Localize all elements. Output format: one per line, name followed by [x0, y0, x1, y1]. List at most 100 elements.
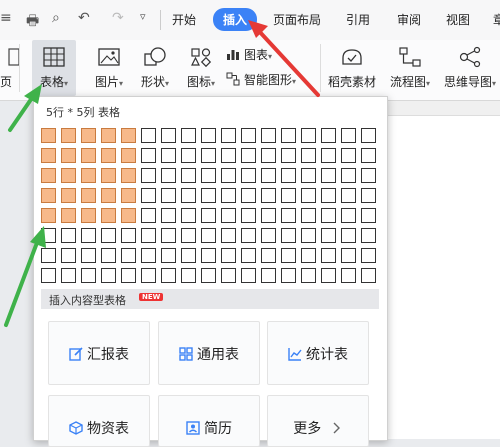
grid-cell[interactable] [81, 128, 96, 143]
grid-cell[interactable] [301, 228, 316, 243]
grid-cell[interactable] [121, 128, 136, 143]
grid-cell[interactable] [341, 128, 356, 143]
grid-cell[interactable] [261, 268, 276, 283]
tab-insert[interactable]: 插入 [213, 8, 258, 31]
grid-cell[interactable] [321, 148, 336, 163]
grid-cell[interactable] [61, 228, 76, 243]
grid-cell[interactable] [121, 188, 136, 203]
grid-cell[interactable] [161, 268, 176, 283]
grid-cell[interactable] [361, 188, 376, 203]
grid-cell[interactable] [221, 228, 236, 243]
grid-cell[interactable] [281, 268, 296, 283]
grid-cell[interactable] [341, 188, 356, 203]
grid-cell[interactable] [61, 268, 76, 283]
grid-cell[interactable] [321, 128, 336, 143]
grid-cell[interactable] [201, 128, 216, 143]
grid-cell[interactable] [161, 128, 176, 143]
grid-cell[interactable] [261, 128, 276, 143]
grid-cell[interactable] [41, 188, 56, 203]
grid-cell[interactable] [181, 168, 196, 183]
grid-cell[interactable] [221, 148, 236, 163]
grid-cell[interactable] [181, 268, 196, 283]
grid-cell[interactable] [361, 228, 376, 243]
grid-cell[interactable] [261, 188, 276, 203]
grid-cell[interactable] [261, 168, 276, 183]
grid-cell[interactable] [41, 228, 56, 243]
grid-cell[interactable] [101, 188, 116, 203]
statistics-table-card[interactable]: 统计表 [267, 321, 369, 385]
grid-cell[interactable] [141, 228, 156, 243]
grid-cell[interactable] [341, 248, 356, 263]
grid-cell[interactable] [81, 208, 96, 223]
grid-cell[interactable] [41, 148, 56, 163]
grid-cell[interactable] [101, 228, 116, 243]
page-button[interactable]: 页 [0, 40, 20, 96]
grid-cell[interactable] [321, 248, 336, 263]
grid-cell[interactable] [101, 148, 116, 163]
tab-home[interactable]: 开始 [172, 11, 196, 28]
grid-cell[interactable] [361, 268, 376, 283]
grid-cell[interactable] [161, 168, 176, 183]
tab-chapter[interactable]: 章 [493, 11, 500, 28]
grid-cell[interactable] [301, 268, 316, 283]
table-button[interactable]: 表格▾ [32, 40, 76, 96]
customize-quick-access-icon[interactable]: ▿ [140, 10, 146, 23]
grid-cell[interactable] [221, 168, 236, 183]
grid-cell[interactable] [201, 148, 216, 163]
general-table-card[interactable]: 通用表 [158, 321, 260, 385]
grid-cell[interactable] [61, 248, 76, 263]
grid-cell[interactable] [121, 208, 136, 223]
grid-cell[interactable] [201, 208, 216, 223]
grid-cell[interactable] [181, 148, 196, 163]
grid-cell[interactable] [261, 148, 276, 163]
grid-cell[interactable] [341, 208, 356, 223]
icon-button[interactable]: 图标▾ [180, 40, 222, 96]
grid-cell[interactable] [241, 128, 256, 143]
grid-cell[interactable] [161, 188, 176, 203]
grid-cell[interactable] [301, 188, 316, 203]
grid-cell[interactable] [241, 148, 256, 163]
tab-view[interactable]: 视图 [446, 11, 470, 28]
grid-cell[interactable] [221, 248, 236, 263]
grid-cell[interactable] [201, 228, 216, 243]
grid-cell[interactable] [121, 228, 136, 243]
grid-cell[interactable] [161, 148, 176, 163]
grid-cell[interactable] [61, 128, 76, 143]
print-icon[interactable]: 🖶 [26, 10, 39, 34]
smartart-button[interactable]: 智能图形▾ [226, 70, 316, 88]
shell-material-button[interactable]: 稻壳素材 [320, 40, 384, 96]
grid-cell[interactable] [301, 208, 316, 223]
grid-cell[interactable] [221, 188, 236, 203]
grid-cell[interactable] [301, 148, 316, 163]
grid-cell[interactable] [81, 248, 96, 263]
grid-cell[interactable] [121, 268, 136, 283]
grid-cell[interactable] [141, 268, 156, 283]
grid-cell[interactable] [81, 188, 96, 203]
grid-cell[interactable] [361, 248, 376, 263]
grid-cell[interactable] [181, 188, 196, 203]
grid-cell[interactable] [61, 168, 76, 183]
grid-cell[interactable] [241, 228, 256, 243]
grid-cell[interactable] [41, 168, 56, 183]
grid-cell[interactable] [361, 208, 376, 223]
grid-cell[interactable] [141, 208, 156, 223]
grid-cell[interactable] [81, 268, 96, 283]
grid-cell[interactable] [241, 208, 256, 223]
grid-cell[interactable] [81, 168, 96, 183]
grid-cell[interactable] [101, 268, 116, 283]
grid-cell[interactable] [61, 208, 76, 223]
grid-cell[interactable] [41, 128, 56, 143]
chart-button[interactable]: 图表▾ [226, 46, 286, 64]
grid-cell[interactable] [261, 208, 276, 223]
materials-table-card[interactable]: 物资表 [48, 395, 150, 447]
grid-cell[interactable] [221, 268, 236, 283]
grid-cell[interactable] [241, 248, 256, 263]
grid-cell[interactable] [61, 148, 76, 163]
grid-cell[interactable] [321, 268, 336, 283]
grid-cell[interactable] [221, 208, 236, 223]
grid-cell[interactable] [221, 128, 236, 143]
grid-cell[interactable] [181, 248, 196, 263]
grid-cell[interactable] [141, 188, 156, 203]
grid-cell[interactable] [281, 168, 296, 183]
grid-cell[interactable] [81, 148, 96, 163]
